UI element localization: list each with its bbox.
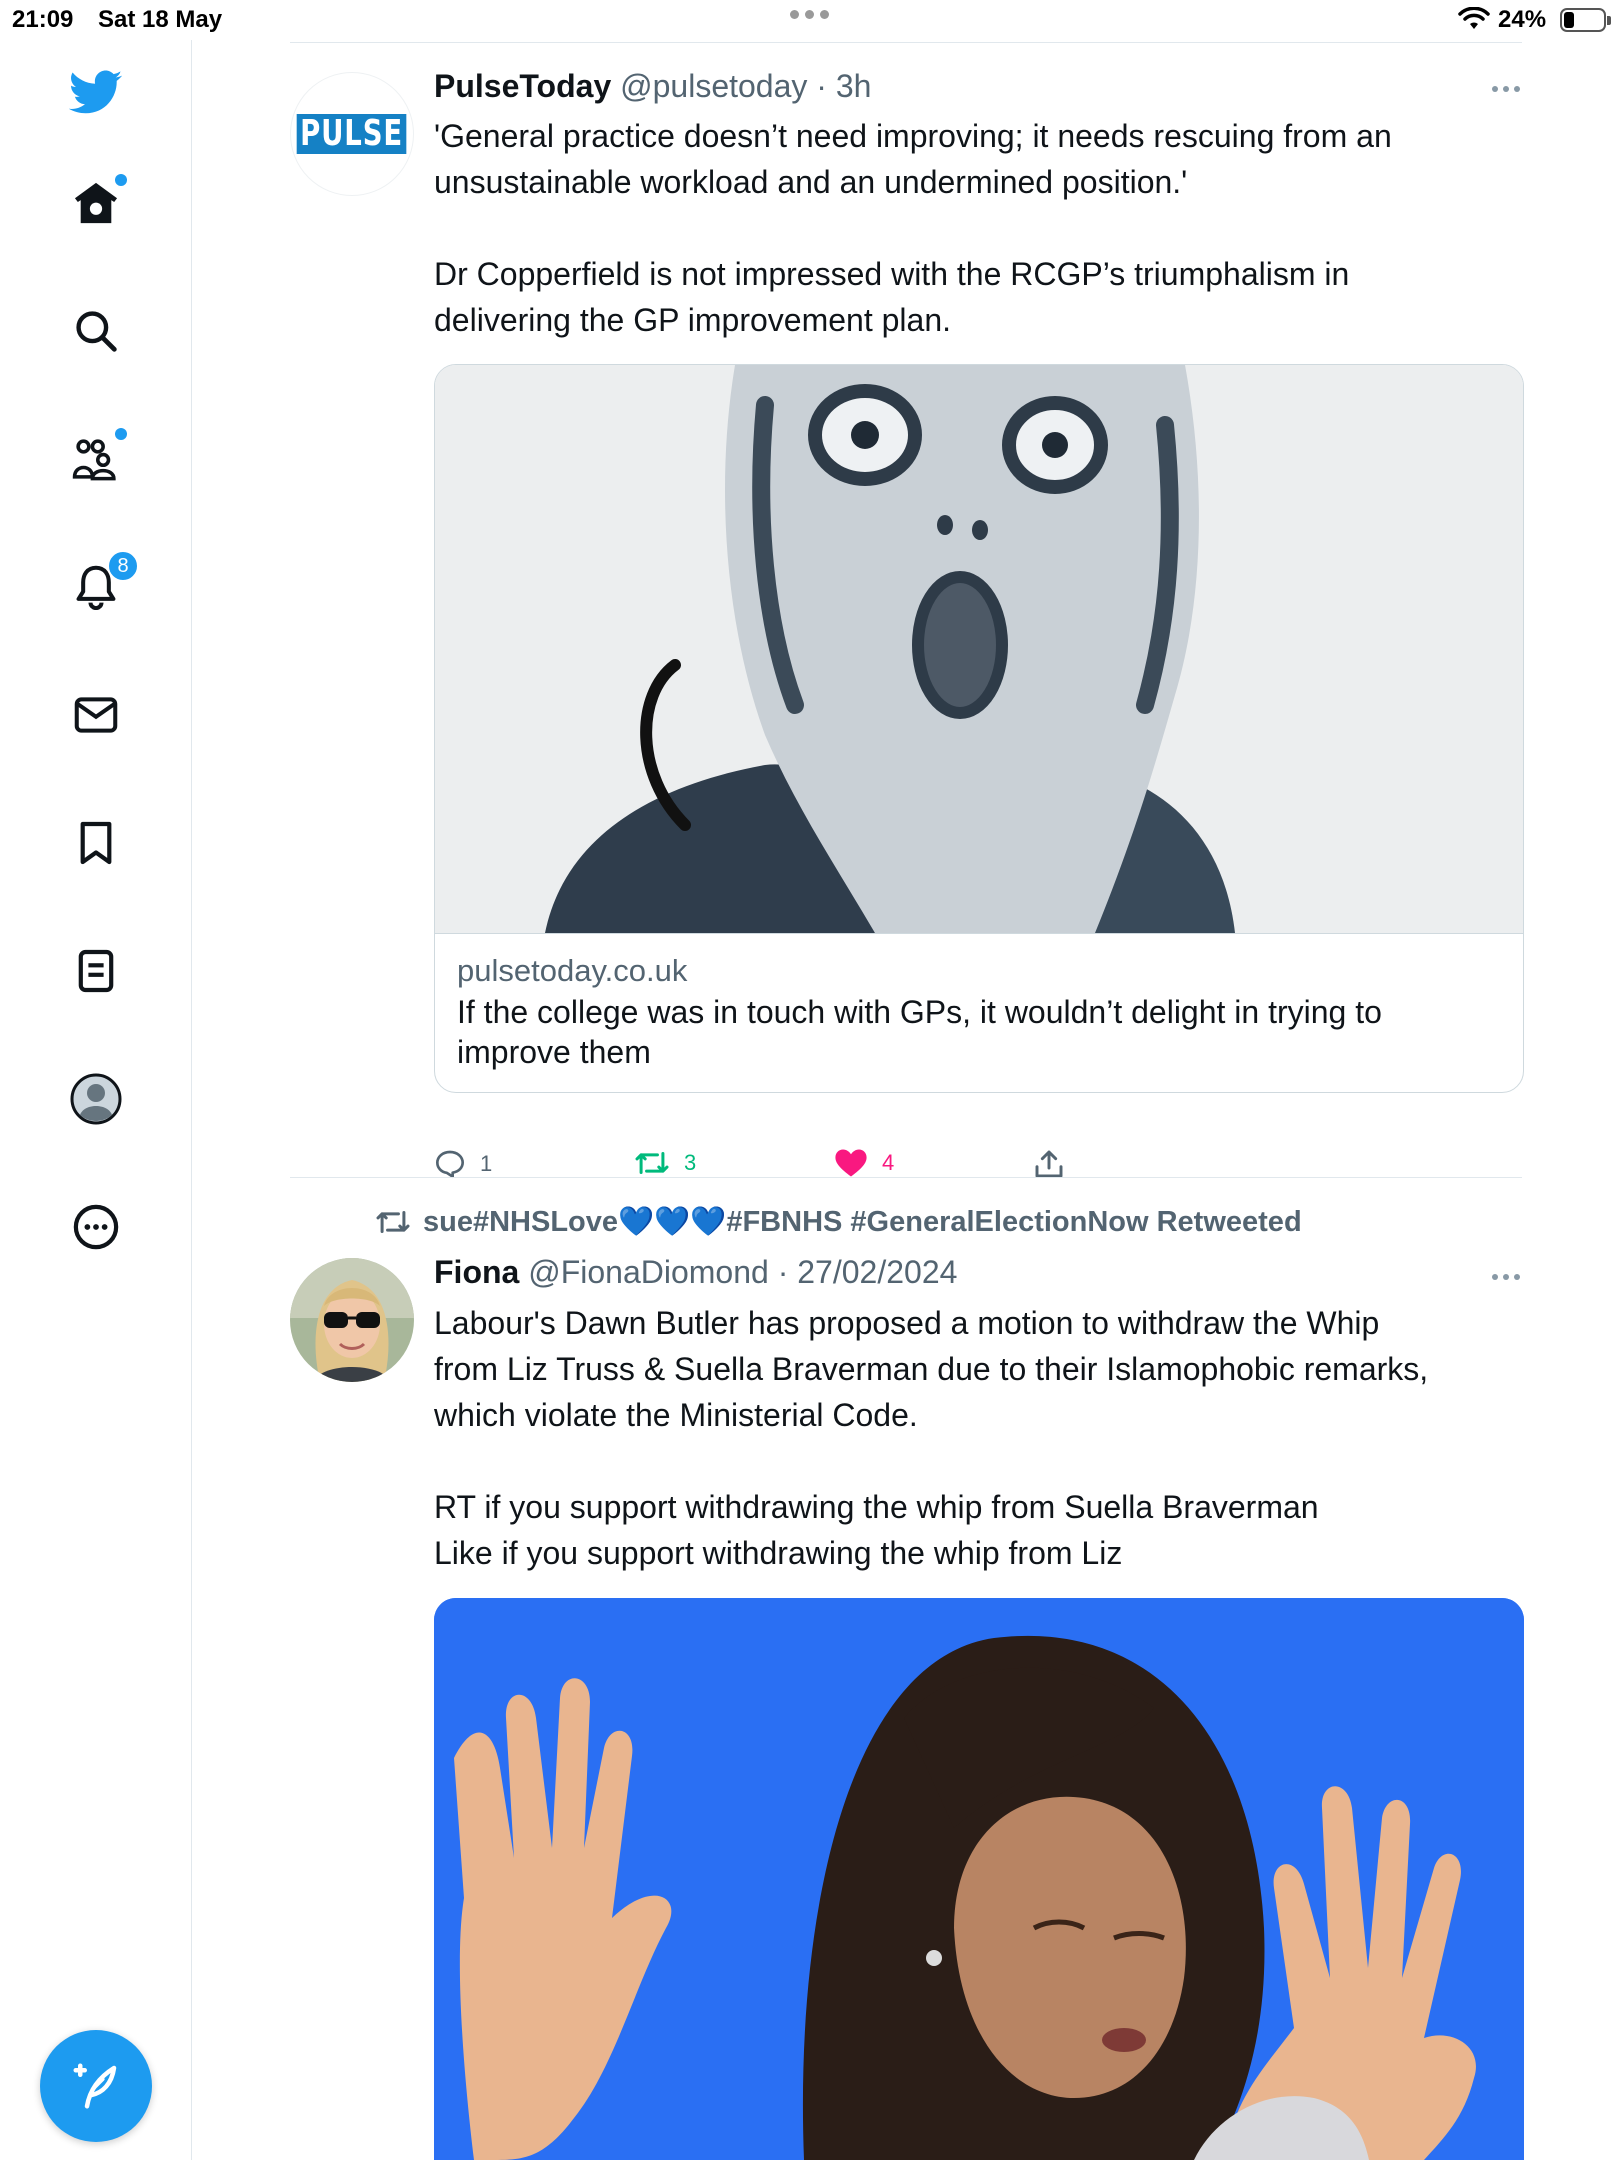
link-card-title-cont: improve them — [457, 1034, 651, 1070]
link-card-image — [435, 365, 1523, 933]
retweet-count: 3 — [684, 1150, 697, 1175]
retweet-icon — [635, 1151, 669, 1175]
retweet-button[interactable]: 3 — [634, 1148, 696, 1178]
reply-button[interactable]: 1 — [434, 1148, 492, 1180]
home-icon — [74, 182, 118, 224]
divider — [290, 1177, 1522, 1178]
reply-icon — [436, 1150, 464, 1178]
tweet-line: from Liz Truss & Suella Braverman due to… — [434, 1351, 1429, 1387]
divider — [290, 42, 1522, 43]
communities-icon — [72, 439, 116, 481]
sidebar-item-notifications[interactable]: 8 — [63, 550, 139, 620]
author-handle-time[interactable]: @pulsetoday · 3h — [620, 68, 871, 104]
tweet-actions: 1 3 4 — [434, 1148, 1134, 1188]
retweeted-by-text: sue#NHSLove💙💙💙#FBNHS #GeneralElectionNow… — [423, 1206, 1302, 1238]
list-icon — [78, 949, 114, 993]
retweeted-by[interactable]: sue#NHSLove💙💙💙#FBNHS #GeneralElectionNow… — [375, 1205, 1302, 1239]
author-name[interactable]: PulseToday — [434, 68, 611, 104]
status-time: 21:09 — [12, 6, 74, 33]
sidebar-item-bookmarks[interactable] — [63, 810, 129, 876]
share-button[interactable] — [1034, 1148, 1064, 1180]
tweet-more-icon[interactable] — [1492, 1274, 1520, 1280]
communities-unread-dot — [115, 428, 127, 440]
search-icon — [76, 311, 117, 352]
link-card[interactable]: pulsetoday.co.uk If the college was in t… — [434, 364, 1524, 1093]
sidebar-item-messages[interactable] — [63, 682, 129, 748]
tweet-line — [434, 205, 1494, 251]
notifications-badge: 8 — [107, 550, 139, 582]
link-card-title: If the college was in touch with GPs, it… — [457, 994, 1382, 1030]
sidebar-item-explore[interactable] — [63, 298, 129, 364]
pulse-logo: PULSE — [297, 114, 407, 154]
tweet-line: Like if you support withdrawing the whip… — [434, 1535, 1123, 1571]
sidebar-item-home[interactable] — [63, 170, 129, 236]
tweet-text: Labour's Dawn Butler has proposed a moti… — [434, 1300, 1494, 1576]
battery-percent: 24% — [1498, 6, 1547, 33]
mail-icon — [74, 697, 118, 733]
heart-filled-icon — [835, 1149, 867, 1177]
tweet-line: RT if you support withdrawing the whip f… — [434, 1489, 1319, 1525]
tweet-line: delivering the GP improvement plan. — [434, 302, 952, 338]
sidebar-item-lists[interactable] — [63, 938, 129, 1004]
reply-count: 1 — [480, 1151, 493, 1176]
tweet-line: Dr Copperfield is not impressed with the… — [434, 256, 1350, 292]
retweet-icon — [376, 1210, 410, 1234]
share-icon — [1035, 1150, 1063, 1178]
status-date: Sat 18 May — [98, 6, 223, 33]
tweet-more-icon[interactable] — [1492, 86, 1520, 92]
tweet-line — [434, 1438, 1494, 1484]
avatar-icon — [70, 1073, 122, 1125]
twitter-logo[interactable] — [63, 60, 129, 126]
sidebar-item-communities[interactable] — [63, 426, 129, 492]
tweet-line: unsustainable workload and an undermined… — [434, 164, 1188, 200]
tweet-line: Labour's Dawn Butler has proposed a moti… — [434, 1305, 1380, 1341]
more-circle-icon — [73, 1204, 119, 1250]
author-name[interactable]: Fiona — [434, 1254, 519, 1290]
avatar-fiona[interactable] — [290, 1258, 414, 1382]
battery-icon — [1560, 8, 1611, 32]
compose-tweet-button[interactable] — [40, 2030, 152, 2142]
author-handle-time[interactable]: @FionaDiomond · 27/02/2024 — [528, 1254, 957, 1290]
tweet-text: 'General practice doesn’t need improving… — [434, 113, 1494, 343]
link-card-info: pulsetoday.co.uk If the college was in t… — [435, 933, 1523, 1092]
tweet-header: PulseToday @pulsetoday · 3h — [434, 68, 871, 105]
tweet-line: 'General practice doesn’t need improving… — [434, 118, 1392, 154]
twitter-bird-icon — [69, 70, 123, 114]
sidebar-item-profile[interactable] — [63, 1066, 129, 1132]
tweet-photo[interactable] — [434, 1598, 1524, 2160]
avatar-pulsetoday[interactable]: PULSE — [290, 72, 414, 196]
timeline[interactable]: PULSE PulseToday @pulsetoday · 3h 'Gener… — [192, 40, 1620, 2160]
compose-feather-icon — [73, 2063, 117, 2109]
like-button[interactable]: 4 — [834, 1148, 894, 1178]
bookmark-icon — [80, 821, 112, 865]
link-card-domain: pulsetoday.co.uk — [457, 953, 688, 988]
wifi-icon — [1458, 7, 1490, 29]
tweet-line: which violate the Ministerial Code. — [434, 1397, 918, 1433]
like-count: 4 — [882, 1150, 895, 1175]
home-unread-dot — [115, 174, 127, 186]
sidebar-item-more[interactable] — [63, 1194, 129, 1260]
sidebar-nav: 8 — [0, 40, 192, 2160]
multitasking-dots-icon[interactable] — [790, 10, 829, 19]
status-bar: 21:09 Sat 18 May 24% — [0, 0, 1620, 40]
tweet-header: Fiona @FionaDiomond · 27/02/2024 — [434, 1254, 957, 1291]
